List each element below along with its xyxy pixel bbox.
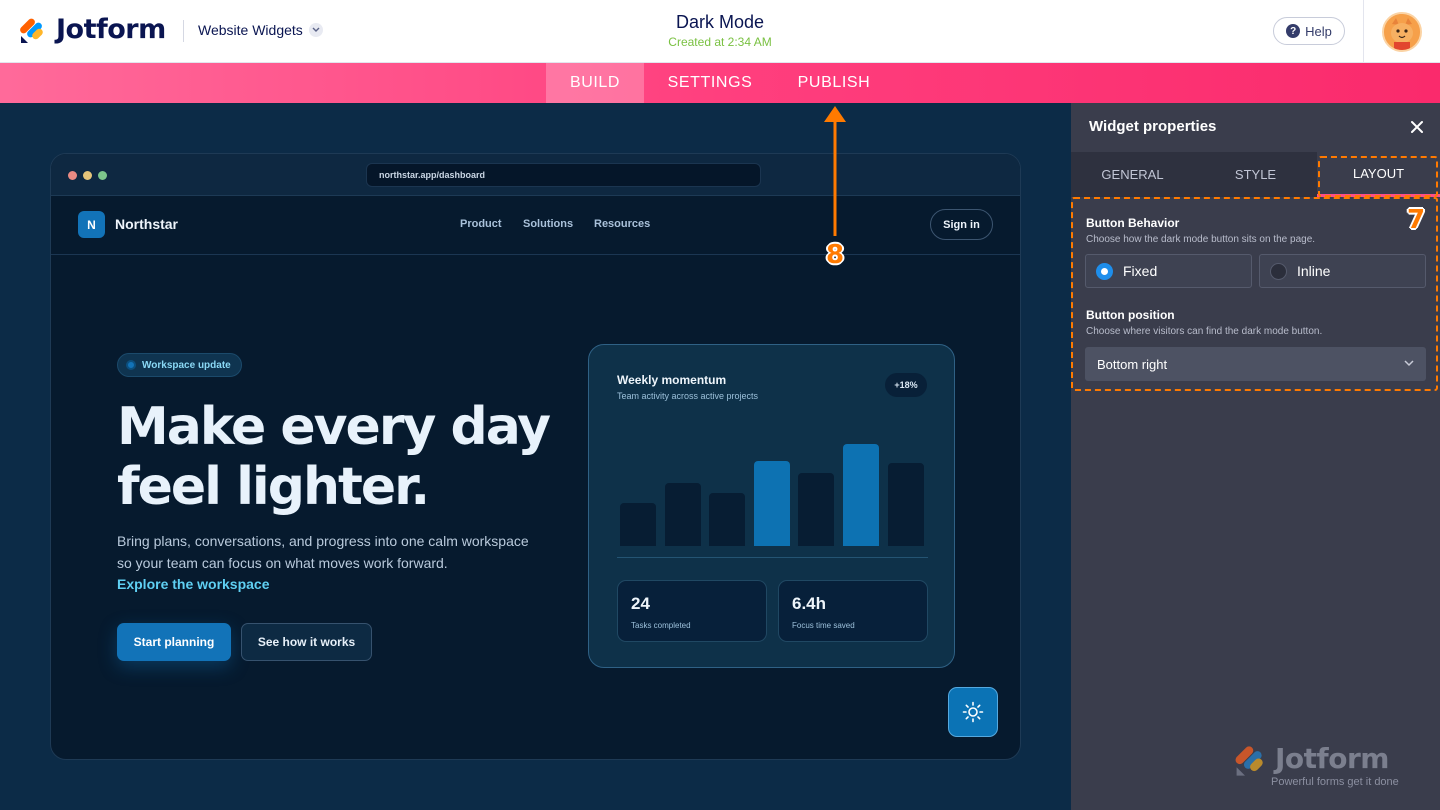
card-title: Weekly momentum xyxy=(617,373,727,387)
chart-bar xyxy=(843,444,879,546)
panel-title: Widget properties xyxy=(1089,118,1217,135)
chart-bar xyxy=(798,473,834,546)
workspace-update-badge: Workspace update xyxy=(117,353,242,377)
workspace-dropdown-label: Website Widgets xyxy=(198,22,303,38)
header-divider xyxy=(183,20,184,42)
radio-inline-label: Inline xyxy=(1297,263,1331,279)
dark-mode-toggle-button[interactable] xyxy=(948,687,998,737)
radio-fixed[interactable]: Fixed xyxy=(1085,254,1252,288)
sign-in-button[interactable]: Sign in xyxy=(930,209,993,240)
layout-tab-highlight xyxy=(1318,156,1438,197)
page-title[interactable]: Dark Mode xyxy=(560,12,880,33)
logo-text: Jotform xyxy=(56,14,166,45)
button-position-value: Bottom right xyxy=(1097,356,1168,372)
hero-description-line-1: Bring plans, conversations, and progress… xyxy=(117,533,529,549)
badge-label: Workspace update xyxy=(142,359,231,371)
workspace-dropdown[interactable]: Website Widgets xyxy=(198,22,323,38)
tab-build[interactable]: BUILD xyxy=(546,63,644,103)
close-icon[interactable] xyxy=(1407,117,1427,137)
start-planning-button[interactable]: Start planning xyxy=(117,623,231,661)
stat-tasks-value: 24 xyxy=(631,594,650,613)
nav-link-solutions[interactable]: Solutions xyxy=(523,218,573,230)
tab-general[interactable]: GENERAL xyxy=(1071,152,1194,197)
chart-bar xyxy=(665,483,701,546)
radio-inline[interactable]: Inline xyxy=(1259,254,1426,288)
nav-link-product[interactable]: Product xyxy=(460,218,502,230)
url-bar: northstar.app/dashboard xyxy=(366,163,761,187)
hero-title: Make every day feel lighter. xyxy=(117,397,557,517)
annotation-marker-8: 8 xyxy=(826,240,845,270)
watermark-text: Jotform xyxy=(1275,742,1389,775)
hero-description: Bring plans, conversations, and progress… xyxy=(117,530,537,574)
stat-tasks: 24 Tasks completed xyxy=(617,580,767,642)
jotform-watermark: Jotform Powerful forms get it done xyxy=(1233,742,1399,788)
top-header: Jotform Website Widgets Dark Mode Create… xyxy=(0,0,1440,63)
annotation-marker-7: 7 xyxy=(1407,205,1426,235)
user-avatar-icon xyxy=(1384,14,1420,50)
tab-style[interactable]: STYLE xyxy=(1194,152,1317,197)
watermark-tagline: Powerful forms get it done xyxy=(1271,776,1399,788)
window-dot-green xyxy=(98,171,107,180)
header-divider-right xyxy=(1363,0,1364,63)
weekly-momentum-card: Weekly momentum Team activity across act… xyxy=(588,344,955,668)
hero-title-line-2: feel lighter. xyxy=(117,457,430,517)
window-dot-red xyxy=(68,171,77,180)
builder-nav: BUILD SETTINGS PUBLISH xyxy=(0,63,1440,103)
tab-settings[interactable]: SETTINGS xyxy=(652,63,768,103)
explore-link[interactable]: Explore the workspace xyxy=(117,576,270,592)
see-how-it-works-button[interactable]: See how it works xyxy=(241,623,372,661)
avatar[interactable] xyxy=(1382,12,1422,52)
help-button[interactable]: ? Help xyxy=(1273,17,1345,45)
chart-bar xyxy=(620,503,656,546)
jotform-logo-icon xyxy=(20,18,43,43)
radio-fixed-label: Fixed xyxy=(1123,263,1158,279)
help-label: Help xyxy=(1305,23,1332,39)
help-icon: ? xyxy=(1286,24,1301,38)
hero-title-line-1: Make every day xyxy=(117,397,551,457)
tab-publish[interactable]: PUBLISH xyxy=(780,63,888,103)
jotform-watermark-icon xyxy=(1235,746,1263,776)
annotation-arrow-icon xyxy=(824,106,846,236)
button-behavior-title: Button Behavior xyxy=(1086,216,1180,230)
document-title-block: Dark Mode Created at 2:34 AM xyxy=(560,12,880,49)
stat-focus: 6.4h Focus time saved xyxy=(778,580,928,642)
browser-chrome: northstar.app/dashboard xyxy=(51,154,1020,196)
site-nav: N Northstar Product Solutions Resources … xyxy=(51,196,1020,255)
chevron-down-icon xyxy=(308,23,323,37)
brand-logo: N xyxy=(78,211,105,238)
stat-focus-label: Focus time saved xyxy=(792,621,855,630)
radio-selected-icon xyxy=(1096,262,1113,280)
chart-baseline xyxy=(617,557,928,558)
preview-browser-frame: northstar.app/dashboard N Northstar Prod… xyxy=(50,153,1021,760)
button-position-select[interactable]: Bottom right xyxy=(1085,347,1426,381)
chart-bar xyxy=(709,493,745,546)
brand-name: Northstar xyxy=(115,216,179,232)
jotform-logo[interactable]: Jotform xyxy=(18,14,166,45)
growth-badge: +18% xyxy=(885,373,927,397)
panel-header: Widget properties xyxy=(1071,103,1440,152)
window-dot-yellow xyxy=(83,171,92,180)
radio-unselected-icon xyxy=(1270,262,1287,280)
hero-description-line-2: so your team can focus on what moves wor… xyxy=(117,555,448,571)
button-position-title: Button position xyxy=(1086,308,1175,322)
button-behavior-subtitle: Choose how the dark mode button sits on … xyxy=(1086,234,1316,245)
widget-properties-panel: Widget properties GENERAL STYLE LAYOUT 7… xyxy=(1071,103,1440,810)
stat-focus-value: 6.4h xyxy=(792,594,827,613)
chart-bar xyxy=(754,461,790,546)
chart-bar xyxy=(888,463,924,546)
nav-link-resources[interactable]: Resources xyxy=(594,218,650,230)
button-position-subtitle: Choose where visitors can find the dark … xyxy=(1086,326,1323,337)
chevron-down-icon xyxy=(1404,360,1414,367)
status-dot-icon xyxy=(126,360,136,370)
card-subtitle: Team activity across active projects xyxy=(617,391,759,401)
stat-tasks-label: Tasks completed xyxy=(631,621,691,630)
sun-icon xyxy=(962,701,984,723)
created-timestamp: Created at 2:34 AM xyxy=(668,35,772,49)
